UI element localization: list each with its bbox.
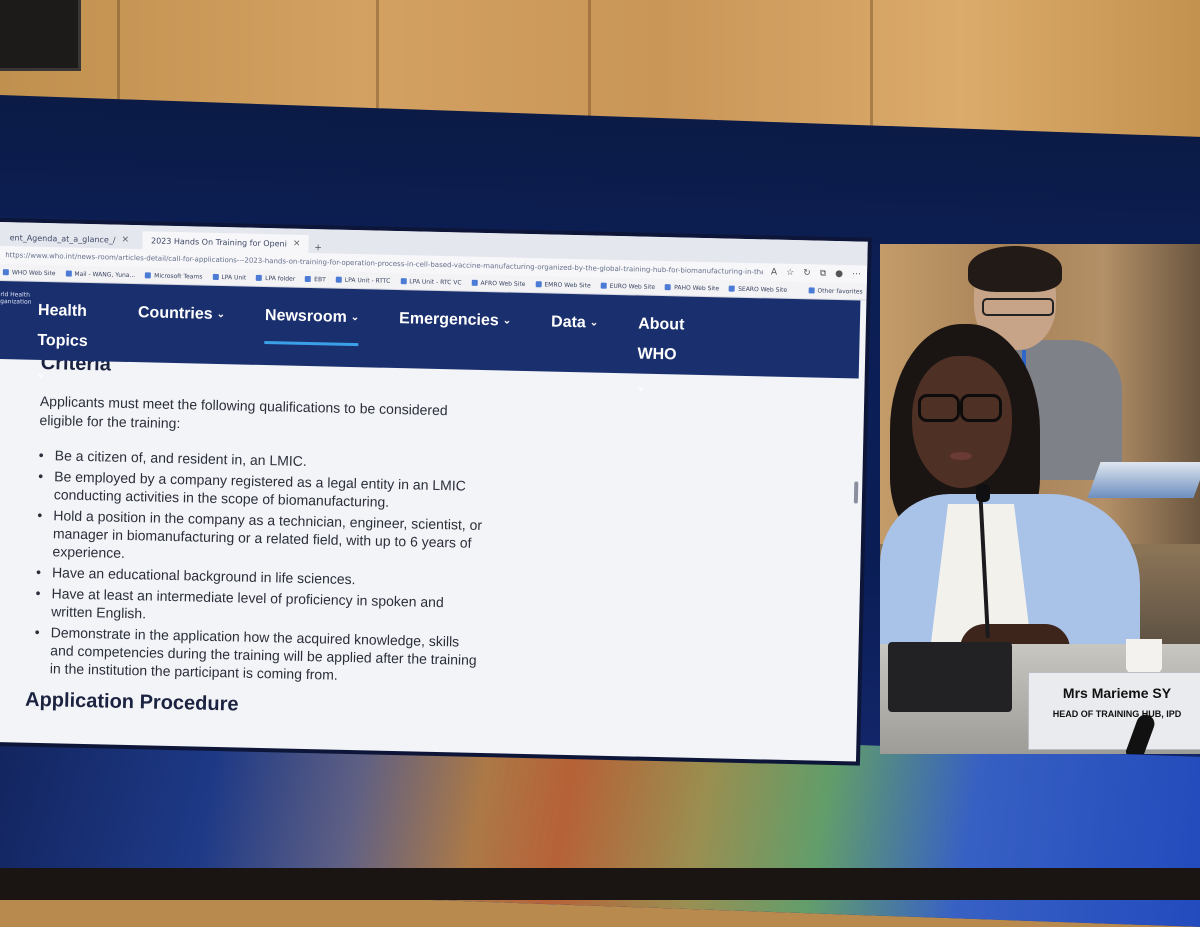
- chevron-down-icon: ⌄: [636, 382, 646, 394]
- bookmark-item[interactable]: EBT: [305, 275, 326, 283]
- new-tab-button[interactable]: +: [314, 243, 322, 253]
- browser-window: ent_Agenda_at_a_glance_/ × 2023 Hands On…: [0, 222, 868, 762]
- bookmark-item[interactable]: Mail - WANG, Yuna...: [65, 270, 135, 279]
- tab-label: ent_Agenda_at_a_glance_/: [9, 232, 116, 245]
- teams-icon: [145, 272, 152, 279]
- speaker-glasses: [918, 394, 1002, 422]
- bookmark-item[interactable]: EURO Web Site: [600, 282, 655, 290]
- nav-label: Newsroom: [264, 307, 347, 326]
- nav-emergencies[interactable]: Emergencies ⌄: [399, 290, 512, 337]
- nav-label: Health Topics: [37, 301, 88, 351]
- speaker-face: [912, 356, 1012, 488]
- list-item: Be employed by a company registered as a…: [38, 467, 489, 513]
- section-heading-application: Application Procedure: [24, 688, 239, 716]
- wall-panel: [0, 0, 81, 71]
- folder-icon: [212, 273, 219, 280]
- nav-about-who[interactable]: About WHO ⌄: [636, 296, 698, 405]
- close-icon[interactable]: ×: [293, 239, 301, 249]
- microphone-base: [888, 642, 1012, 712]
- speaker-title: HEAD OF TRAINING HUB, IPD: [1052, 709, 1182, 719]
- read-aloud-icon[interactable]: A: [771, 268, 777, 278]
- folder-icon: [400, 278, 407, 285]
- criteria-intro: Applicants must meet the following quali…: [39, 392, 448, 432]
- mail-icon: [65, 270, 72, 277]
- wall-seam: [588, 0, 591, 130]
- globe-icon: [471, 279, 478, 286]
- globe-icon: [535, 281, 542, 288]
- wall-seam: [870, 0, 873, 130]
- paper-cup: [1126, 639, 1162, 673]
- globe-icon: [665, 284, 672, 291]
- nav-data[interactable]: Data ⌄: [551, 294, 599, 339]
- chevron-down-icon: ⌄: [350, 311, 360, 324]
- bookmark-item[interactable]: EMRO Web Site: [535, 281, 591, 289]
- refresh-icon[interactable]: ↻: [803, 268, 811, 278]
- favorite-star-icon[interactable]: ☆: [786, 268, 794, 278]
- chevron-down-icon: ⌄: [216, 308, 226, 321]
- toolbar-icons: A ☆ ↻ ⧉ ● ⋯: [771, 268, 861, 280]
- scrollbar-thumb[interactable]: [853, 481, 859, 504]
- nav-health-topics[interactable]: Health Topics ⌄: [36, 282, 98, 391]
- list-item: Hold a position in the company as a tech…: [36, 506, 487, 570]
- profile-icon[interactable]: ●: [835, 269, 843, 279]
- link-icon: [305, 275, 312, 283]
- bookmark-item[interactable]: SEARO Web Site: [729, 285, 787, 293]
- speaker-video-feed: Mrs Marieme SY HEAD OF TRAINING HUB, IPD: [880, 244, 1200, 754]
- criteria-list: Be a citizen of, and resident in, an LMI…: [34, 446, 489, 687]
- globe-icon: [600, 282, 607, 289]
- other-favorites[interactable]: Other favorites: [808, 287, 863, 295]
- nav-label: About WHO: [637, 315, 685, 364]
- bookmark-item[interactable]: AFRO Web Site: [471, 279, 525, 287]
- tab-label: 2023 Hands On Training for Openi: [150, 235, 287, 249]
- globe-icon: [729, 285, 736, 292]
- screen-bezel-bottom: [0, 868, 1200, 900]
- folder-icon: [335, 276, 342, 283]
- chevron-down-icon: ⌄: [502, 315, 512, 327]
- list-item: Have at least an intermediate level of p…: [35, 584, 486, 630]
- attendee-glasses: [982, 298, 1054, 316]
- more-options-icon[interactable]: ⋯: [852, 269, 861, 279]
- bookmark-item[interactable]: WHO Web Site: [2, 269, 56, 277]
- microphone-icon: [976, 484, 990, 502]
- nav-newsroom[interactable]: Newsroom ⌄: [264, 287, 360, 347]
- nav-label: Data: [550, 313, 586, 332]
- bookmark-item[interactable]: LPA Unit: [212, 273, 246, 281]
- globe-icon: [2, 269, 9, 276]
- bookmark-item[interactable]: LPA Unit - RTC VC: [400, 278, 462, 286]
- who-logo[interactable]: rld Health ganization: [0, 281, 39, 306]
- article-content: Criteria Applicants must meet the follow…: [0, 351, 865, 731]
- glasses-lens: [960, 394, 1002, 422]
- speaker-name-card: Mrs Marieme SY HEAD OF TRAINING HUB, IPD: [1028, 672, 1200, 750]
- speaker-name: Mrs Marieme SY: [1062, 685, 1172, 701]
- folder-icon: [256, 274, 263, 281]
- glasses-lens: [918, 394, 960, 422]
- bookmark-item[interactable]: LPA folder: [256, 274, 295, 282]
- chevron-down-icon: ⌄: [589, 317, 599, 329]
- bookmark-item[interactable]: PAHO Web Site: [665, 284, 719, 292]
- attendee-hair: [968, 246, 1062, 292]
- folder-icon: [808, 287, 815, 294]
- bookmark-item[interactable]: LPA Unit - RTTC: [335, 276, 390, 284]
- browser-tab[interactable]: ent_Agenda_at_a_glance_/ ×: [1, 228, 137, 249]
- speaker-mouth: [950, 452, 972, 460]
- extensions-icon[interactable]: ⧉: [820, 269, 827, 279]
- nav-label: Emergencies: [398, 310, 499, 330]
- browser-tab-active[interactable]: 2023 Hands On Training for Openi ×: [142, 231, 309, 254]
- nav-countries[interactable]: Countries ⌄: [138, 284, 226, 330]
- list-item: Demonstrate in the application how the a…: [34, 623, 485, 687]
- close-icon[interactable]: ×: [121, 235, 129, 245]
- bookmark-item[interactable]: Microsoft Teams: [145, 272, 203, 280]
- nav-label: Countries: [137, 304, 213, 323]
- chevron-down-icon: ⌄: [36, 368, 46, 381]
